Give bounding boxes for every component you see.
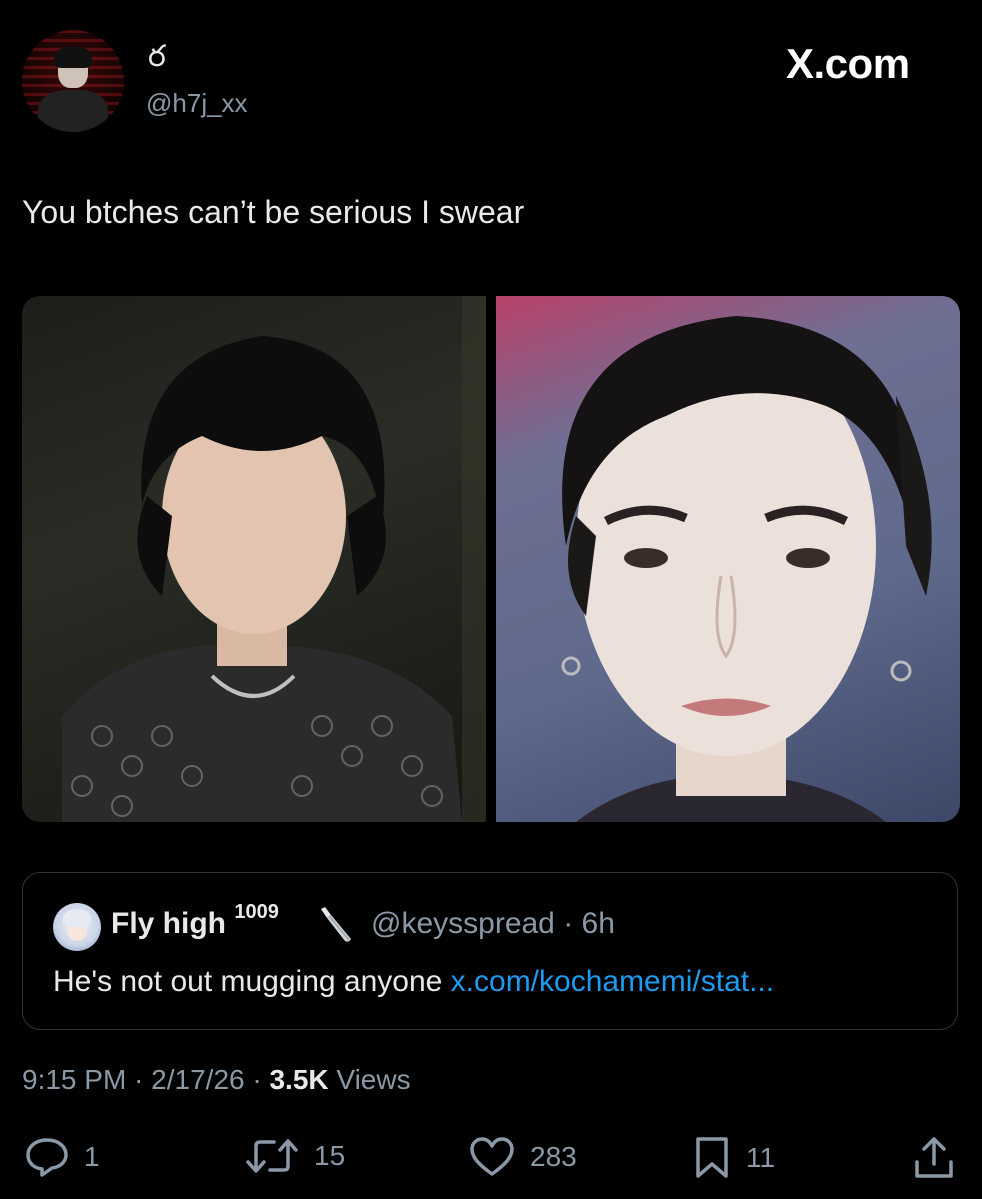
heart-icon [470, 1137, 514, 1176]
knife-icon [321, 907, 351, 942]
quote-text: He's not out mugging anyone x.com/kocham… [53, 965, 774, 999]
share-icon [915, 1137, 953, 1178]
quote-author-name[interactable]: Fly high 1009 [111, 901, 279, 941]
quote-body: He's not out mugging anyone [53, 965, 451, 998]
tweet-text: You btches can’t be serious I swear [22, 194, 525, 230]
avatar-figure-hair [54, 46, 92, 68]
quote-avatar-hair [63, 909, 91, 927]
avatar-figure-body [38, 90, 108, 132]
media-photo-right[interactable] [496, 296, 960, 822]
like-count: 283 [530, 1141, 577, 1172]
brand-watermark: X.com [786, 40, 910, 87]
author-handle[interactable]: @h7j_xx [146, 88, 248, 119]
tweet-metadata: 9:15 PM · 2/17/26 · 3.5K Views [22, 1064, 411, 1096]
quote-name-suffix: 1009 [234, 901, 279, 923]
bookmark-button[interactable]: 11 [692, 1136, 775, 1180]
quote-name-text: Fly high [111, 907, 226, 940]
quoted-tweet[interactable]: Fly high 1009 @keysspread · 6h He's not … [22, 872, 958, 1030]
repost-icon [246, 1139, 298, 1173]
media-divider [486, 296, 496, 822]
bookmark-count: 11 [746, 1142, 776, 1173]
reply-icon [26, 1138, 68, 1177]
author-display-name[interactable]: ర [148, 40, 166, 81]
reply-count: 1 [84, 1141, 100, 1172]
views-count: 3.5K [269, 1064, 329, 1095]
author-avatar[interactable] [22, 30, 124, 132]
quote-handle-time[interactable]: @keysspread · 6h [371, 907, 615, 941]
quote-link[interactable]: x.com/kochamemi/stat... [451, 965, 774, 998]
repost-count: 15 [314, 1140, 346, 1171]
bookmark-icon [696, 1137, 728, 1178]
reply-button[interactable]: 1 [24, 1136, 100, 1178]
views-label: Views [328, 1064, 411, 1095]
tweet-time[interactable]: 9:15 PM [22, 1064, 126, 1095]
tweet-media[interactable] [22, 296, 960, 822]
share-button[interactable] [912, 1136, 956, 1180]
tweet-date[interactable]: 2/17/26 [151, 1064, 244, 1095]
like-button[interactable]: 283 [468, 1136, 577, 1178]
quote-author-avatar[interactable] [53, 903, 101, 951]
meta-separator: · [244, 1064, 270, 1095]
media-photo-left[interactable] [22, 296, 486, 822]
repost-button[interactable]: 15 [244, 1136, 345, 1176]
meta-separator: · [126, 1064, 152, 1095]
